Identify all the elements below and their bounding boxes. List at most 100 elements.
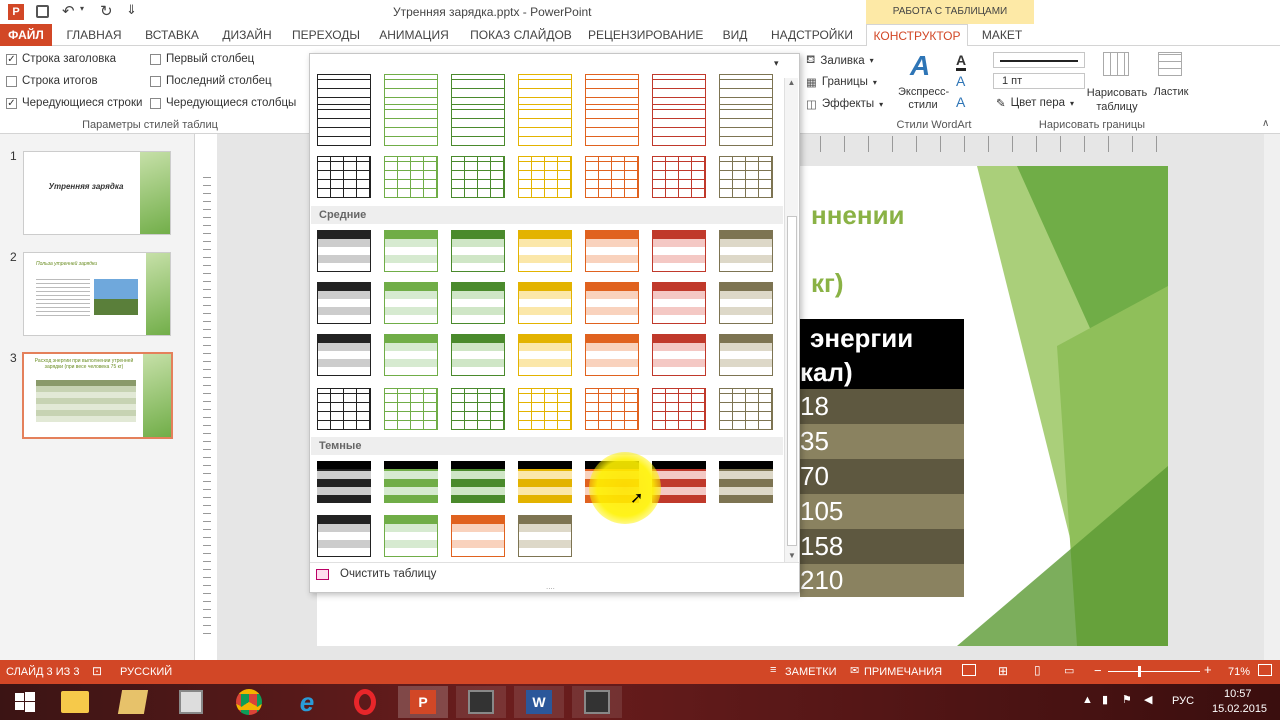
- table-style-swatch[interactable]: [317, 282, 371, 324]
- banded-columns-checkbox[interactable]: Чередующиеся столбцы: [150, 97, 296, 109]
- table-style-swatch[interactable]: [518, 388, 572, 430]
- wordart-styles-icon[interactable]: A: [910, 50, 930, 82]
- table-style-swatch[interactable]: [317, 230, 371, 272]
- input-language[interactable]: РУС: [1172, 695, 1194, 707]
- flag-icon[interactable]: ⚑: [1122, 693, 1132, 706]
- table-style-swatch[interactable]: [585, 282, 639, 324]
- slide-table[interactable]: энергии кал) 18 35 70 105 158 210: [800, 319, 964, 597]
- table-style-swatch[interactable]: [451, 334, 505, 376]
- table-style-swatch[interactable]: [518, 461, 572, 503]
- pen-weight-select[interactable]: 1 пт: [993, 73, 1085, 89]
- recorder-app-icon[interactable]: [572, 686, 622, 718]
- table-style-swatch[interactable]: [451, 282, 505, 324]
- tab-animation[interactable]: АНИМАЦИЯ: [374, 24, 454, 46]
- table-style-swatch[interactable]: [317, 515, 371, 557]
- resize-grip-icon[interactable]: ....: [546, 582, 555, 591]
- clock-time[interactable]: 10:57: [1224, 688, 1252, 700]
- table-style-swatch[interactable]: [317, 104, 371, 146]
- tab-constructor[interactable]: КОНСТРУКТОР: [866, 24, 968, 46]
- tab-layout[interactable]: МАКЕТ: [972, 24, 1032, 46]
- clock-date[interactable]: 15.02.2015: [1212, 703, 1267, 715]
- table-style-swatch[interactable]: [585, 334, 639, 376]
- table-style-swatch[interactable]: [585, 104, 639, 146]
- slide-thumbnail-1[interactable]: Утренняя зарядка: [23, 151, 171, 235]
- table-style-swatch[interactable]: [518, 334, 572, 376]
- text-effects-icon[interactable]: A: [956, 94, 965, 110]
- table-style-swatch[interactable]: [719, 282, 773, 324]
- normal-view-icon[interactable]: [962, 664, 976, 676]
- table-style-swatch[interactable]: [719, 230, 773, 272]
- table-style-swatch[interactable]: [384, 104, 438, 146]
- tab-transitions[interactable]: ПЕРЕХОДЫ: [290, 24, 362, 46]
- table-style-swatch[interactable]: [451, 104, 505, 146]
- windows-start-icon[interactable]: [0, 686, 50, 718]
- effects-button[interactable]: ◫ Эффекты ▾: [806, 97, 883, 111]
- table-style-swatch[interactable]: [518, 104, 572, 146]
- tray-up-arrow-icon[interactable]: ▲: [1082, 694, 1093, 706]
- tab-addins[interactable]: НАДСТРОЙКИ: [766, 24, 858, 46]
- media-app-icon[interactable]: [166, 686, 216, 718]
- file-explorer-icon[interactable]: [50, 686, 100, 718]
- table-style-swatch[interactable]: [518, 282, 572, 324]
- table-style-swatch[interactable]: [518, 156, 572, 198]
- undo-icon[interactable]: ↶: [62, 2, 75, 20]
- table-style-swatch[interactable]: [652, 104, 706, 146]
- slide-sorter-icon[interactable]: ⊞: [998, 664, 1008, 678]
- draw-table-icon[interactable]: [1103, 52, 1129, 76]
- slide-thumbnail-2[interactable]: Польза утренней зарядки: [23, 252, 171, 336]
- table-style-swatch[interactable]: [652, 334, 706, 376]
- table-style-swatch[interactable]: [652, 282, 706, 324]
- first-column-checkbox[interactable]: Первый столбец: [150, 53, 254, 65]
- table-style-swatch[interactable]: [652, 156, 706, 198]
- table-style-swatch[interactable]: [317, 388, 371, 430]
- customize-toolbar-icon[interactable]: ⇓: [126, 2, 137, 18]
- header-row-checkbox[interactable]: ✓ Строка заголовка: [6, 53, 116, 65]
- undo-dropdown-icon[interactable]: ▾: [80, 4, 84, 13]
- table-style-swatch[interactable]: [451, 230, 505, 272]
- redo-icon[interactable]: ↻: [100, 2, 113, 20]
- wordart-express-label[interactable]: Экспресс-стили: [898, 86, 949, 112]
- total-row-checkbox[interactable]: Строка итогов: [6, 75, 98, 87]
- table-style-swatch[interactable]: [384, 388, 438, 430]
- pen-color-button[interactable]: ✎ Цвет пера ▾: [996, 96, 1074, 110]
- borders-button[interactable]: ▦ Границы ▾: [806, 75, 877, 89]
- shading-button[interactable]: ⛾ Заливка ▾: [806, 53, 874, 68]
- zoom-level[interactable]: 71%: [1228, 666, 1250, 678]
- table-style-swatch[interactable]: [384, 515, 438, 557]
- table-style-swatch[interactable]: [317, 334, 371, 376]
- word-icon[interactable]: W: [514, 686, 564, 718]
- collapse-ribbon-icon[interactable]: ∧: [1262, 118, 1269, 129]
- table-style-swatch[interactable]: [451, 515, 505, 557]
- table-style-swatch[interactable]: [518, 515, 572, 557]
- scroll-thumb[interactable]: [787, 216, 797, 546]
- zoom-slider-thumb[interactable]: [1138, 666, 1141, 677]
- slide-thumbnail-3[interactable]: Расход энергии при выполнении утренней з…: [22, 352, 173, 439]
- table-style-swatch[interactable]: [384, 461, 438, 503]
- table-style-swatch[interactable]: [317, 461, 371, 503]
- scroll-up-icon[interactable]: ▲: [785, 78, 798, 87]
- tab-insert[interactable]: ВСТАВКА: [138, 24, 206, 46]
- clear-table-icon[interactable]: [316, 569, 329, 580]
- table-style-swatch[interactable]: [384, 334, 438, 376]
- tab-review[interactable]: РЕЦЕНЗИРОВАНИЕ: [588, 24, 703, 46]
- text-outline-icon[interactable]: A: [956, 73, 965, 89]
- table-style-swatch[interactable]: [518, 230, 572, 272]
- internet-explorer-icon[interactable]: e: [282, 686, 332, 718]
- volume-icon[interactable]: ◀: [1144, 693, 1152, 706]
- table-style-swatch[interactable]: [451, 156, 505, 198]
- table-style-swatch[interactable]: [652, 388, 706, 430]
- table-style-swatch[interactable]: [384, 230, 438, 272]
- folder-icon[interactable]: [108, 686, 158, 718]
- zoom-out-icon[interactable]: −: [1094, 663, 1102, 678]
- last-column-checkbox[interactable]: Последний столбец: [150, 75, 272, 87]
- tab-home[interactable]: ГЛАВНАЯ: [62, 24, 126, 46]
- draw-table-button[interactable]: Нарисовать таблицу: [1086, 86, 1148, 114]
- table-style-swatch[interactable]: [719, 104, 773, 146]
- table-style-swatch[interactable]: [585, 230, 639, 272]
- fit-slide-icon[interactable]: [1258, 664, 1272, 676]
- zoom-in-icon[interactable]: +: [1204, 662, 1212, 677]
- chrome-icon[interactable]: [224, 686, 274, 718]
- spellcheck-icon[interactable]: ⊡: [92, 664, 102, 678]
- gallery-scrollbar[interactable]: ▲ ▼: [784, 78, 798, 562]
- eraser-icon[interactable]: [1158, 52, 1182, 76]
